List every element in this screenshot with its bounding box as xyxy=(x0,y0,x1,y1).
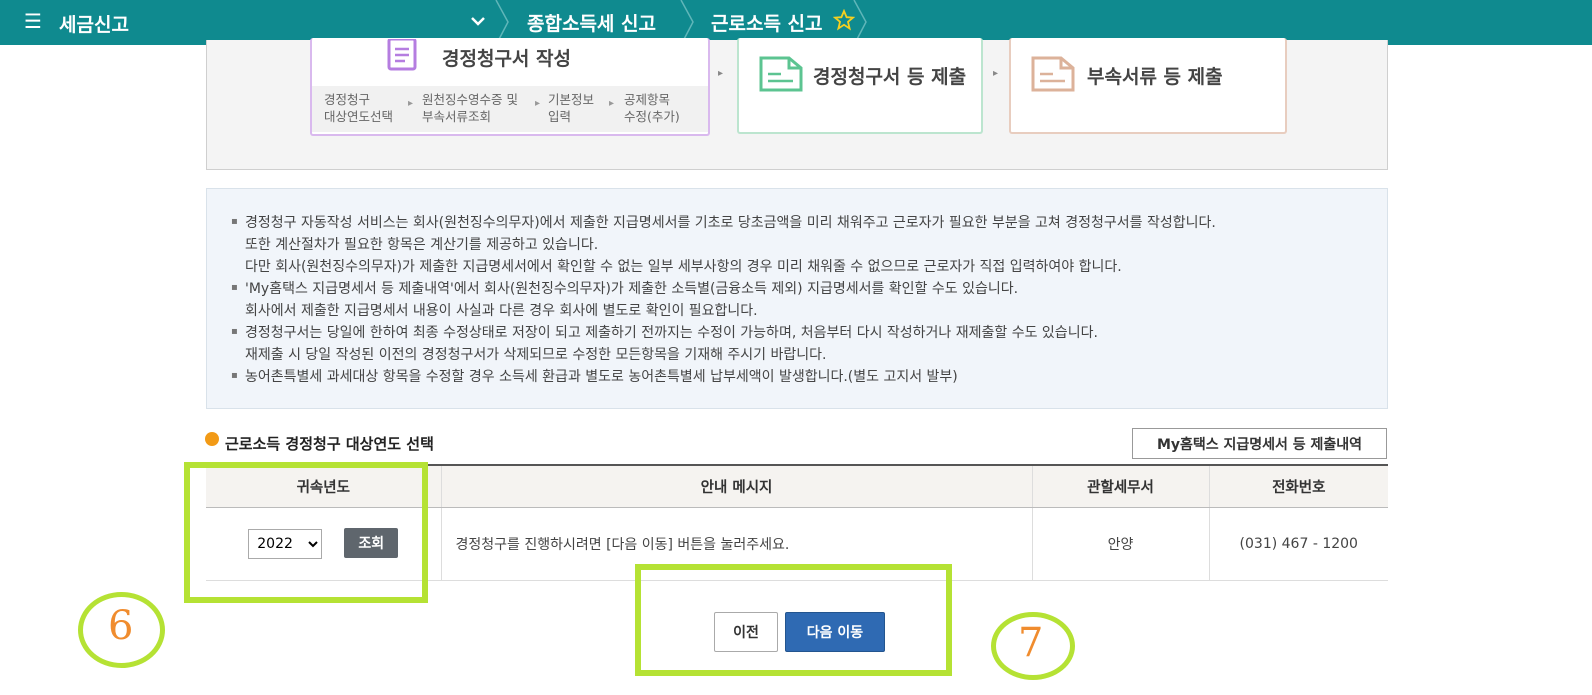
substep-label: 원천징수영수증 및 부속서류조회 xyxy=(422,92,518,124)
document-icon xyxy=(1031,56,1075,92)
bullet-icon: ▪ xyxy=(231,326,238,337)
substep-edit-deductions: 공제항목 수정(추가) xyxy=(624,91,680,125)
notice-line: 농어촌특별세 과세대상 항목을 수정할 경우 소득세 환급과 별도로 농어촌특별… xyxy=(245,369,958,385)
notice-line: 'My홈택스 지급명세서 등 제출내역'에서 회사(원천징수의무자)가 제출한 … xyxy=(245,281,1019,297)
step-write-claim: 경정청구서 작성 경정청구 대상연도선택 ▸ 원천징수영수증 및 부속서류조회 … xyxy=(310,38,710,136)
document-icon xyxy=(759,56,803,92)
bullet-icon: ▪ xyxy=(231,370,238,381)
substep-view-documents: 원천징수영수증 및 부속서류조회 xyxy=(422,91,518,125)
bullet-icon: ▪ xyxy=(231,216,238,227)
arrow-right-icon: ▸ xyxy=(718,68,724,79)
substep-label: 기본정보 입력 xyxy=(548,92,595,124)
arrow-right-icon: ▸ xyxy=(535,98,541,109)
breadcrumb-item[interactable]: 종합소득세 신고 xyxy=(527,9,656,36)
notice-line: 경정청구서는 당일에 한하여 최종 수정상태로 저장이 되고 제출하기 전까지는… xyxy=(245,325,1098,341)
submission-history-button[interactable]: My홈택스 지급명세서 등 제출내역 xyxy=(1132,428,1387,459)
phone-cell: (031) 467 - 1200 xyxy=(1208,507,1388,581)
annotation-number: 7 xyxy=(1018,620,1044,666)
arrow-right-icon: ▸ xyxy=(993,68,999,79)
notice-line: 재제출 시 당일 작성된 이전의 경정청구서가 삭제되므로 수정한 모든항목을 … xyxy=(245,347,827,363)
brand-title[interactable]: 세금신고 xyxy=(59,10,129,37)
substep-label: 경정청구 대상연도선택 xyxy=(324,92,394,124)
step-title: 경정청구서 작성 xyxy=(442,48,571,70)
notice-line: 경정청구 자동작성 서비스는 회사(원천징수의무자)에서 제출한 지급명세서를 … xyxy=(245,215,1216,231)
substep-label: 공제항목 수정(추가) xyxy=(624,92,680,124)
document-icon xyxy=(387,39,417,71)
breadcrumb-current: 근로소득 신고 xyxy=(711,13,823,35)
step-submit-claim: 경정청구서 등 제출 xyxy=(737,38,983,134)
section-title: 근로소득 경정청구 대상연도 선택 xyxy=(225,435,434,453)
highlight-box-year xyxy=(184,462,428,603)
step-title: 경정청구서 등 제출 xyxy=(813,66,967,88)
column-header-message: 안내 메시지 xyxy=(440,464,1032,508)
step-submit-attachments: 부속서류 등 제출 xyxy=(1009,38,1287,134)
substep-select-year: 경정청구 대상연도선택 xyxy=(324,91,393,125)
hamburger-icon[interactable]: ☰ xyxy=(24,10,42,32)
arrow-right-icon: ▸ xyxy=(408,98,414,109)
office-cell: 안양 xyxy=(1031,507,1209,581)
bullet-icon: ▪ xyxy=(231,282,238,293)
annotation-number: 6 xyxy=(108,603,134,649)
notice-line: 회사에서 제출한 지급명세서 내용이 사실과 다른 경우 회사에 별도로 확인이… xyxy=(245,303,758,319)
column-header-phone: 전화번호 xyxy=(1208,464,1388,508)
notice-line: 또한 계산절차가 필요한 항목은 계산기를 제공하고 있습니다. xyxy=(245,237,599,253)
notice-line: 다만 회사(원천징수의무자)가 제출한 지급명세서에서 확인할 수 없는 일부 … xyxy=(245,259,1122,275)
section-bullet-icon xyxy=(205,432,219,446)
chevron-down-icon[interactable] xyxy=(467,9,489,33)
arrow-right-icon: ▸ xyxy=(609,98,615,109)
process-steps-panel: 경정청구서 작성 경정청구 대상연도선택 ▸ 원천징수영수증 및 부속서류조회 … xyxy=(206,38,1388,170)
substep-basic-info: 기본정보 입력 xyxy=(548,91,594,125)
notice-box: ▪ 경정청구 자동작성 서비스는 회사(원천징수의무자)에서 제출한 지급명세서… xyxy=(206,188,1388,409)
column-header-office: 관할세무서 xyxy=(1031,464,1209,508)
substeps: 경정청구 대상연도선택 ▸ 원천징수영수증 및 부속서류조회 ▸ 기본정보 입력… xyxy=(312,86,708,132)
step-title: 부속서류 등 제출 xyxy=(1087,66,1223,88)
highlight-box-buttons xyxy=(635,564,952,676)
